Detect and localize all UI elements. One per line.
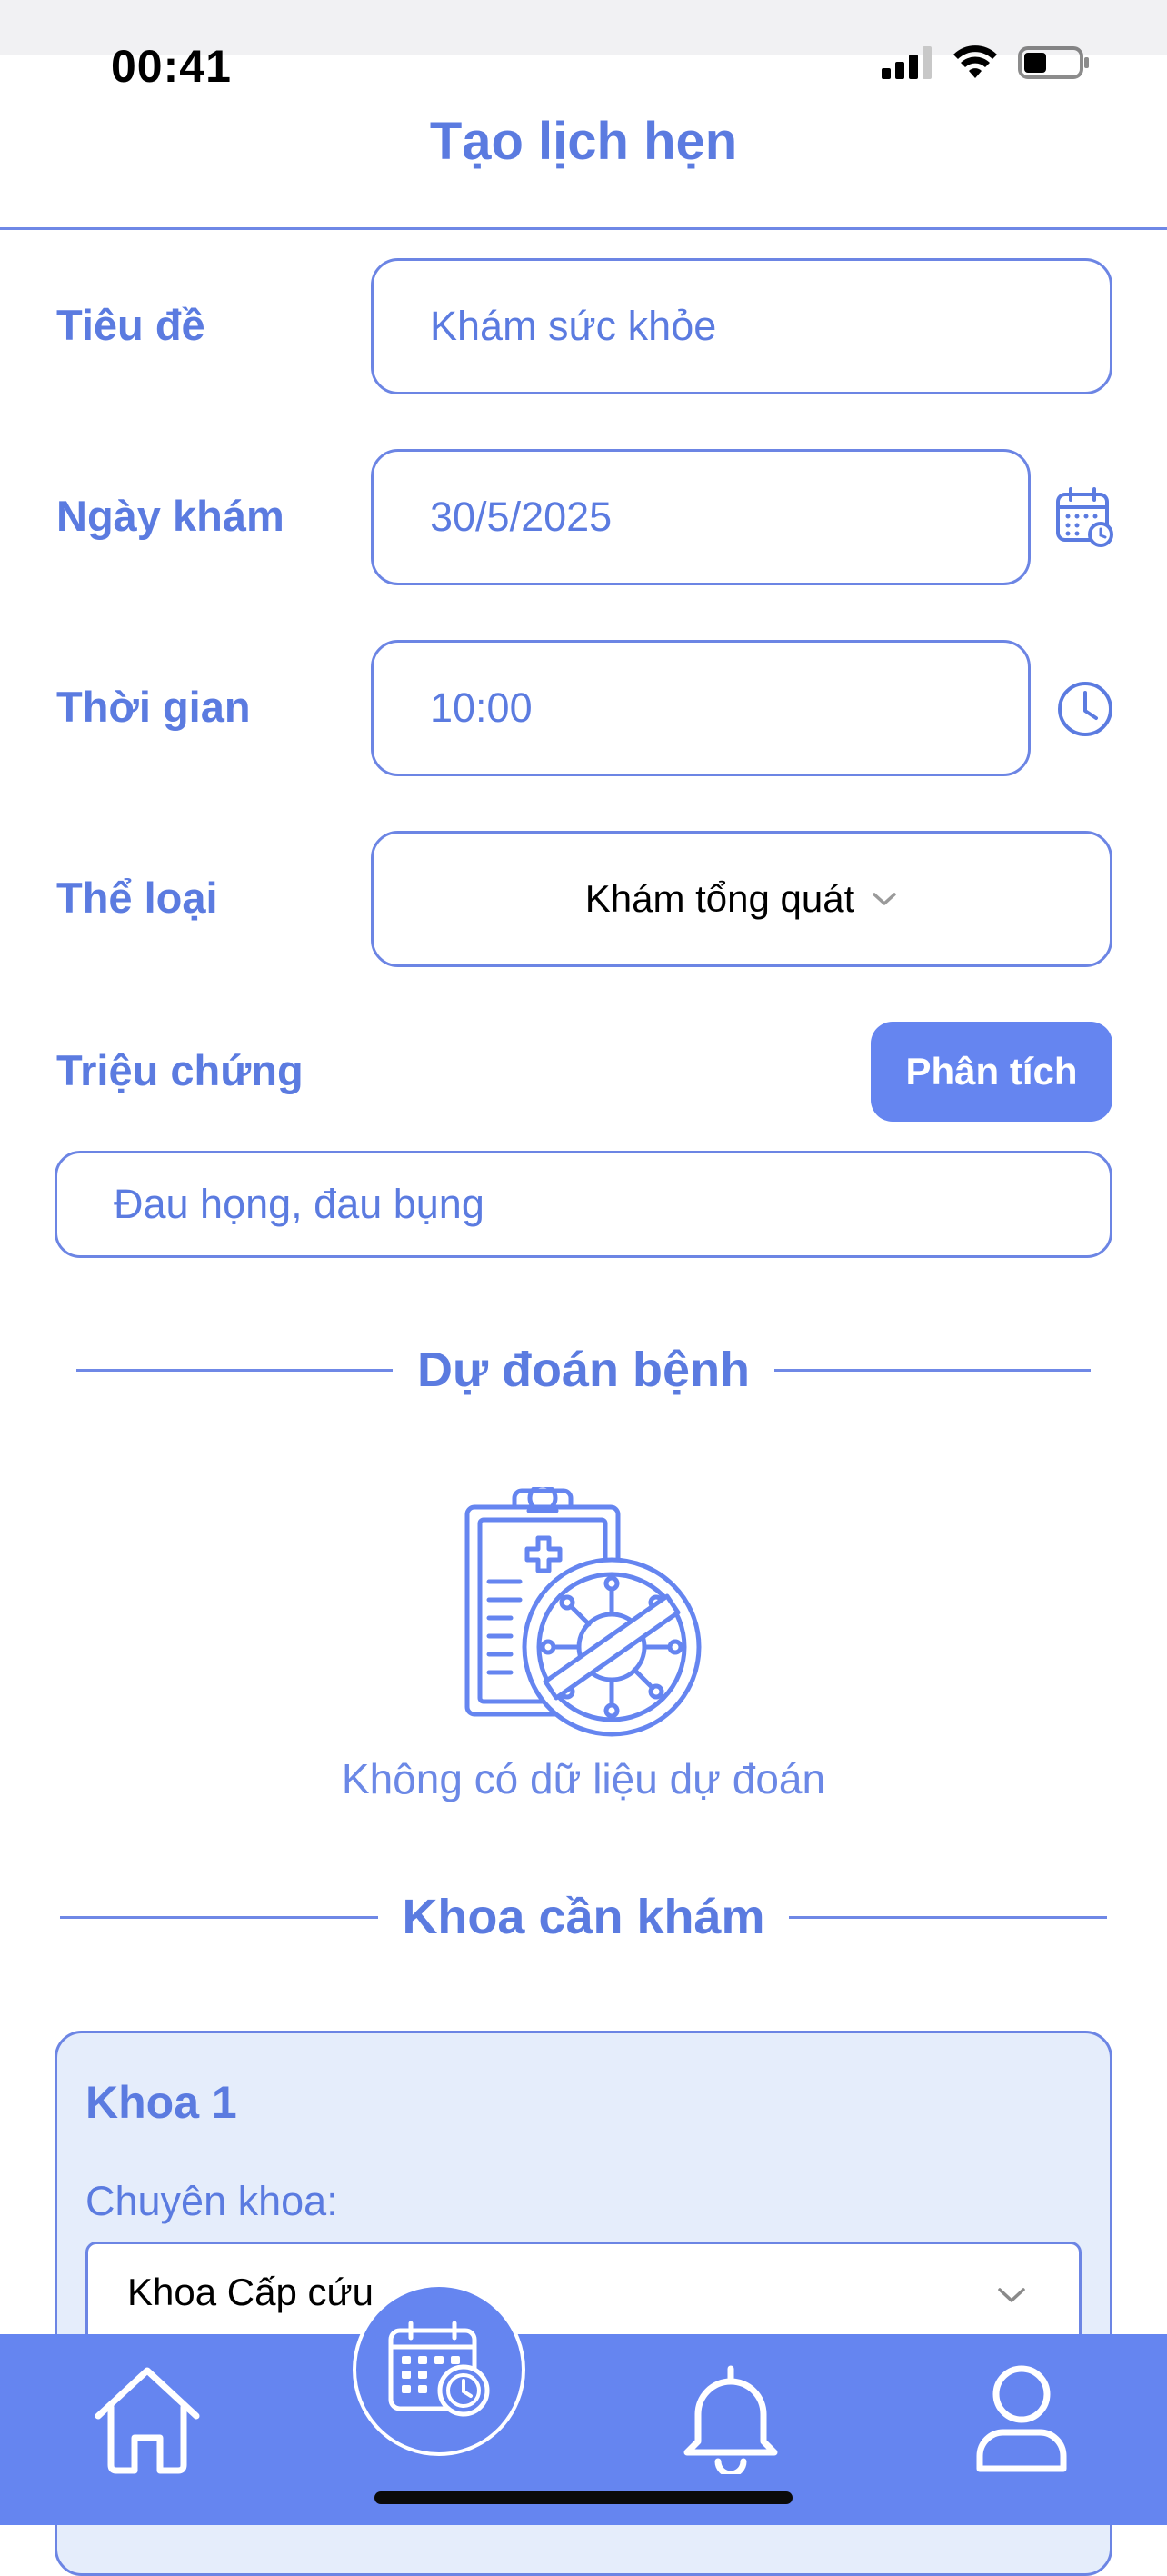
status-icons xyxy=(882,45,1091,80)
title-label: Tiêu đề xyxy=(56,301,205,349)
home-icon[interactable] xyxy=(91,2363,204,2476)
time-label: Thời gian xyxy=(56,683,251,731)
chevron-down-icon xyxy=(873,893,897,905)
chevron-down-icon xyxy=(998,2288,1025,2302)
departments-section-title: Khoa cần khám xyxy=(402,1890,765,1944)
specialty-select-value: Khoa Cấp cứu xyxy=(127,2271,374,2313)
home-indicator xyxy=(374,2491,793,2504)
title-field-box xyxy=(371,258,1112,394)
prediction-divider-left xyxy=(76,1369,393,1372)
specialty-label: Chuyên khoa: xyxy=(85,2178,338,2224)
prediction-section-title: Dự đoán bệnh xyxy=(416,1343,751,1397)
department-title: Khoa 1 xyxy=(85,2077,237,2128)
departments-divider-left xyxy=(60,1916,378,1919)
clipboard-no-virus-icon xyxy=(464,1487,702,1737)
departments-divider-right xyxy=(789,1916,1107,1919)
calendar-clock-icon xyxy=(388,2321,490,2417)
date-label: Ngày khám xyxy=(56,492,284,540)
clock-icon[interactable] xyxy=(1054,678,1116,740)
symptoms-field-box xyxy=(55,1151,1112,1258)
wifi-icon xyxy=(953,45,997,78)
title-input[interactable] xyxy=(374,261,1110,392)
time-field-box xyxy=(371,640,1031,776)
battery-icon xyxy=(1018,46,1089,79)
type-label: Thể loại xyxy=(56,874,218,922)
prediction-divider-right xyxy=(774,1369,1091,1372)
symptoms-input[interactable] xyxy=(57,1153,1110,1255)
page-title: Tạo lịch hẹn xyxy=(429,112,738,171)
schedule-fab-button[interactable] xyxy=(353,2283,525,2456)
bell-icon[interactable] xyxy=(680,2361,782,2474)
header-divider xyxy=(0,227,1167,230)
date-input[interactable] xyxy=(374,452,1028,583)
type-select[interactable]: Khám tổng quát xyxy=(371,831,1112,967)
user-icon[interactable] xyxy=(971,2361,1072,2474)
symptoms-label: Triệu chứng xyxy=(56,1046,304,1094)
signal-icon xyxy=(882,46,932,79)
date-field-box xyxy=(371,449,1031,585)
calendar-icon[interactable] xyxy=(1054,485,1116,547)
status-time: 00:41 xyxy=(111,41,232,92)
no-prediction-text: Không có dữ liệu dự đoán xyxy=(341,1755,826,1802)
time-input[interactable] xyxy=(374,643,1028,774)
type-select-value: Khám tổng quát xyxy=(584,877,855,920)
analyze-button[interactable]: Phân tích xyxy=(871,1022,1112,1122)
